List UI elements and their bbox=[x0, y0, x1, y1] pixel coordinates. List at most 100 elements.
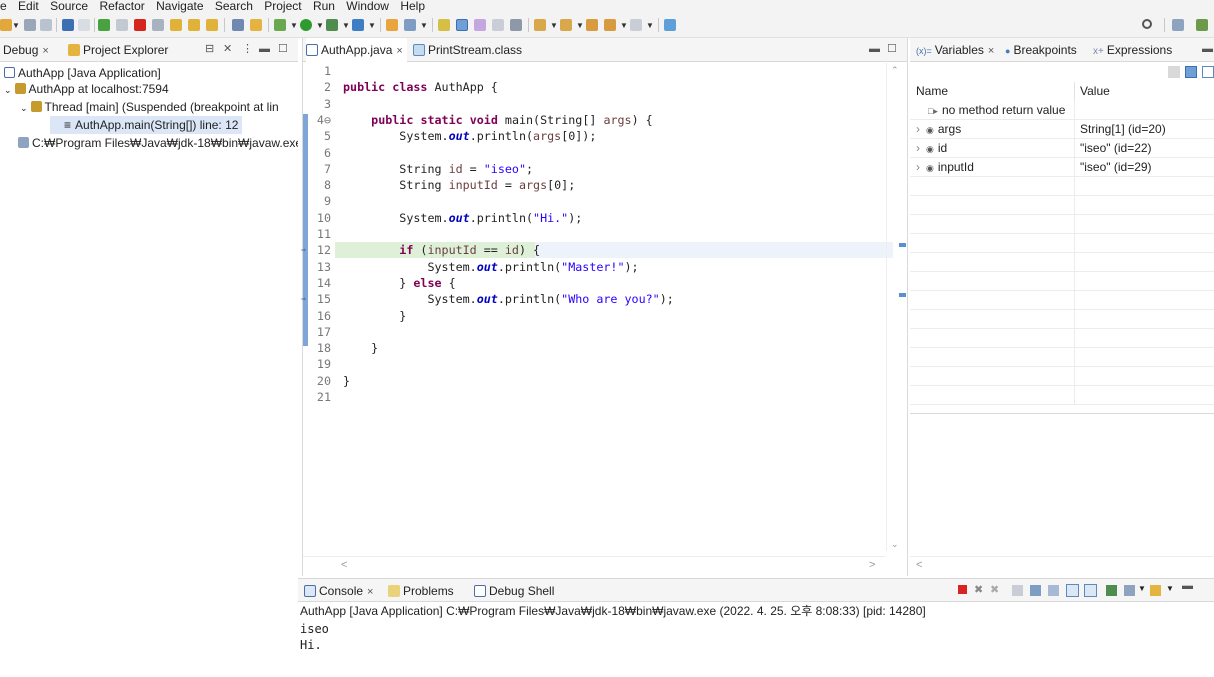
collapse-all-icon[interactable] bbox=[1168, 66, 1180, 78]
open-type-icon[interactable] bbox=[386, 19, 398, 31]
run-icon[interactable] bbox=[300, 19, 312, 31]
pin-editor-icon[interactable] bbox=[664, 19, 676, 31]
view-menu-icon[interactable]: ⋮ bbox=[242, 38, 253, 60]
chevron-down-icon[interactable]: ▼ bbox=[342, 21, 350, 30]
view-layout-icon[interactable] bbox=[1202, 66, 1214, 78]
line-number[interactable]: 18 bbox=[311, 340, 331, 356]
tree-item-thread[interactable]: ⌄ Thread [main] (Suspended (breakpoint at… bbox=[20, 98, 279, 116]
code-text[interactable]: } bbox=[343, 340, 378, 356]
new-icon[interactable] bbox=[0, 19, 12, 31]
line-number[interactable]: 10 bbox=[311, 210, 331, 226]
tab-project-explorer[interactable]: Project Explorer bbox=[68, 38, 168, 62]
line-number[interactable]: 6 bbox=[311, 145, 331, 161]
mark-occurrences-icon[interactable] bbox=[456, 19, 468, 31]
maximize-icon[interactable]: ☐ bbox=[278, 38, 288, 60]
back-icon[interactable] bbox=[604, 19, 616, 31]
menu-refactor[interactable]: Refactor bbox=[99, 0, 144, 12]
tree-item-stack-frame[interactable]: ≡ AuthApp.main(String[]) line: 12 bbox=[50, 116, 243, 134]
scroll-left-icon[interactable]: < bbox=[916, 559, 922, 571]
chevron-down-icon[interactable]: ▼ bbox=[576, 21, 584, 30]
annotation-icon[interactable] bbox=[438, 19, 450, 31]
tab-debug-shell[interactable]: Debug Shell bbox=[474, 579, 554, 603]
chevron-down-icon[interactable]: ▼ bbox=[1138, 584, 1146, 593]
line-number[interactable]: 2 bbox=[311, 79, 331, 95]
display-console-icon[interactable] bbox=[1124, 585, 1135, 596]
menu-help[interactable]: Help bbox=[400, 0, 425, 12]
code-line[interactable]: 9 bbox=[311, 193, 893, 209]
next-annotation-icon[interactable] bbox=[534, 19, 546, 31]
chevron-down-icon[interactable]: ▼ bbox=[368, 21, 376, 30]
code-text[interactable]: } bbox=[343, 308, 406, 324]
chevron-down-icon[interactable]: ▼ bbox=[420, 21, 428, 30]
use-step-filters-icon[interactable] bbox=[250, 19, 262, 31]
code-line[interactable]: 17 bbox=[311, 324, 893, 340]
code-line[interactable]: 16 } bbox=[311, 308, 893, 324]
scroll-left-icon[interactable]: < bbox=[341, 559, 347, 571]
code-text[interactable]: System.out.println(args[0]); bbox=[343, 128, 596, 144]
save-all-icon[interactable] bbox=[40, 19, 52, 31]
show-on-output-icon[interactable] bbox=[1066, 584, 1079, 597]
horizontal-scrollbar[interactable]: < bbox=[910, 556, 1214, 574]
scroll-up-icon[interactable]: ⌃ bbox=[891, 65, 899, 76]
code-line[interactable]: 10 System.out.println("Hi."); bbox=[311, 210, 893, 226]
line-number[interactable]: 21 bbox=[311, 389, 331, 405]
code-line[interactable]: 4⊖ public static void main(String[] args… bbox=[311, 112, 893, 128]
line-number[interactable]: 13 bbox=[311, 259, 331, 275]
code-text[interactable]: if (inputId == id) { bbox=[343, 242, 540, 258]
tab-problems[interactable]: Problems bbox=[388, 579, 454, 603]
step-over-icon[interactable] bbox=[188, 19, 200, 31]
code-line[interactable]: 2 public class AuthApp { bbox=[311, 79, 893, 95]
code-text[interactable]: } bbox=[343, 373, 350, 389]
open-perspective-icon[interactable] bbox=[1172, 19, 1184, 31]
show-whitespace-icon[interactable] bbox=[492, 19, 504, 31]
code-line[interactable]: ⇒ 15 System.out.println("Who are you?"); bbox=[301, 291, 893, 307]
chevron-down-icon[interactable]: ▼ bbox=[290, 21, 298, 30]
terminate-icon[interactable] bbox=[134, 19, 146, 31]
pin-console-icon[interactable] bbox=[1106, 585, 1117, 596]
scroll-right-icon[interactable]: > bbox=[869, 559, 875, 571]
chevron-down-icon[interactable]: ⌄ bbox=[20, 103, 28, 113]
show-on-error-icon[interactable] bbox=[1084, 584, 1097, 597]
vertical-scrollbar[interactable]: ⌃ ⌄ bbox=[886, 63, 908, 551]
close-icon[interactable]: × bbox=[367, 586, 373, 598]
code-line[interactable]: ⇒ 12 if (inputId == id) { bbox=[301, 242, 893, 259]
close-icon[interactable]: × bbox=[42, 45, 48, 57]
tab-breakpoints[interactable]: ● Breakpoints bbox=[1005, 38, 1077, 62]
close-icon[interactable]: × bbox=[396, 45, 402, 57]
skip-breakpoints-icon[interactable] bbox=[62, 19, 74, 31]
line-number[interactable]: 14 bbox=[311, 275, 331, 291]
breakpoint-icon[interactable]: ⇒ bbox=[301, 291, 306, 307]
line-number[interactable]: 8 bbox=[311, 177, 331, 193]
chevron-down-icon[interactable]: ▼ bbox=[620, 21, 628, 30]
code-line[interactable]: 1 bbox=[311, 63, 893, 79]
tree-item-process[interactable]: C:₩Program Files₩Java₩jdk-18₩bin₩javaw.e… bbox=[18, 134, 298, 152]
minimize-icon[interactable]: ▬ bbox=[1182, 580, 1193, 592]
breakpoint-icon[interactable]: ⇒ bbox=[301, 242, 306, 258]
variable-row[interactable]: □▸ no method return value bbox=[910, 101, 1214, 120]
details-splitter[interactable] bbox=[910, 413, 1214, 414]
code-text[interactable]: String id = "iseo"; bbox=[343, 161, 533, 177]
disconnect-icon[interactable] bbox=[152, 19, 164, 31]
collapse-all-icon[interactable]: ⊟ bbox=[205, 38, 214, 60]
chevron-down-icon[interactable]: ▼ bbox=[12, 21, 20, 30]
debug-icon[interactable] bbox=[274, 19, 286, 31]
chevron-down-icon[interactable]: ▼ bbox=[1166, 584, 1174, 593]
tab-authapp-java[interactable]: AuthApp.java × bbox=[306, 38, 407, 62]
suspend-icon[interactable] bbox=[116, 19, 128, 31]
line-number[interactable]: 3 bbox=[311, 96, 331, 112]
menu-search[interactable]: Search bbox=[215, 0, 253, 12]
last-edit-icon[interactable] bbox=[586, 19, 598, 31]
menu-navigate[interactable]: Navigate bbox=[156, 0, 203, 12]
line-number[interactable]: 17 bbox=[311, 324, 331, 340]
previous-annotation-icon[interactable] bbox=[560, 19, 572, 31]
scroll-down-icon[interactable]: ⌄ bbox=[891, 539, 899, 550]
pilcrow-icon[interactable] bbox=[510, 19, 522, 31]
step-into-icon[interactable] bbox=[170, 19, 182, 31]
scroll-lock-icon[interactable] bbox=[1030, 585, 1041, 596]
open-console-icon[interactable] bbox=[1150, 585, 1161, 596]
tree-item-target[interactable]: ⌄ AuthApp at localhost:7594 bbox=[4, 80, 169, 98]
tab-variables[interactable]: (x)= Variables × bbox=[916, 38, 994, 62]
chevron-right-icon[interactable]: › bbox=[916, 160, 920, 174]
tab-console[interactable]: Console × bbox=[304, 579, 373, 603]
tab-printstream-class[interactable]: PrintStream.class bbox=[413, 38, 522, 62]
